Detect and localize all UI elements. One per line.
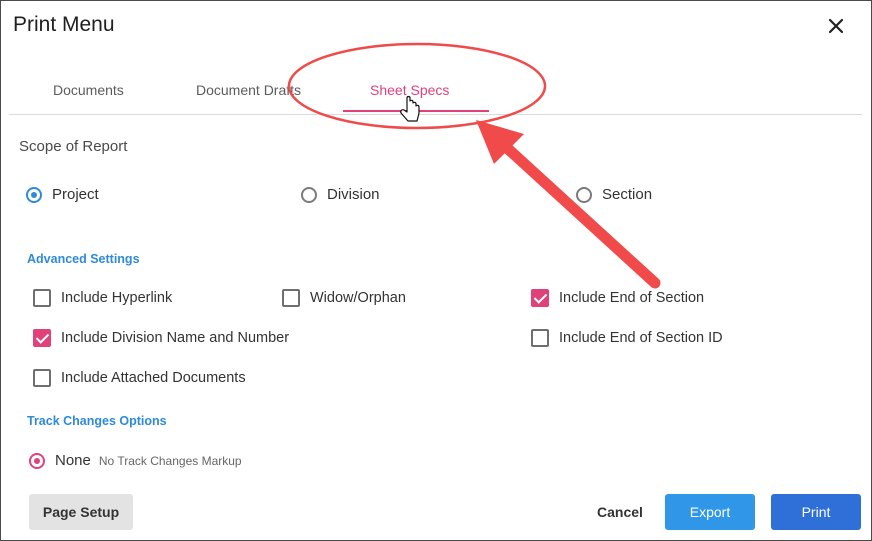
radio-project[interactable]: Project xyxy=(26,186,99,203)
checkbox[interactable] xyxy=(33,329,51,347)
scope-label: Scope of Report xyxy=(19,138,128,155)
radio-division[interactable]: Division xyxy=(301,186,380,203)
radio-label: Section xyxy=(602,186,653,203)
checkbox-label: Widow/Orphan xyxy=(310,290,406,306)
radio-button[interactable] xyxy=(576,186,592,203)
checkbox-label: Include End of Section ID xyxy=(559,330,723,346)
tab-sheet-specs[interactable]: Sheet Specs xyxy=(370,82,449,98)
checkbox[interactable] xyxy=(531,329,549,347)
checkbox-include-hyperlink[interactable]: Include Hyperlink xyxy=(33,289,172,307)
print-button[interactable]: Print xyxy=(771,494,861,530)
radio-button[interactable] xyxy=(301,186,317,203)
tab-document-drafts[interactable]: Document Drafts xyxy=(196,82,301,98)
dialog-title: Print Menu xyxy=(13,13,115,36)
close-icon[interactable] xyxy=(825,15,847,37)
tab-documents[interactable]: Documents xyxy=(53,82,124,98)
radio-section[interactable]: Section xyxy=(576,186,652,203)
checkbox-label: Include Hyperlink xyxy=(61,290,173,306)
checkbox[interactable] xyxy=(33,289,51,307)
radio-sublabel: No Track Changes Markup xyxy=(98,453,242,468)
checkbox[interactable] xyxy=(531,289,549,307)
checkbox-label: Include Division Name and Number xyxy=(61,330,290,346)
print-menu-dialog: Print Menu Documents Document Drafts She… xyxy=(0,0,872,541)
radio-label: None xyxy=(55,452,91,469)
export-button[interactable]: Export xyxy=(665,494,755,530)
checkbox-include-end-of-section-id[interactable]: Include End of Section ID xyxy=(531,329,723,347)
advanced-settings-heading: Advanced Settings xyxy=(27,252,140,266)
checkbox-label: Include End of Section xyxy=(559,290,705,306)
checkbox-include-division-name[interactable]: Include Division Name and Number xyxy=(33,329,289,347)
radio-label: Project xyxy=(52,186,99,203)
page-setup-button[interactable]: Page Setup xyxy=(29,494,133,530)
track-changes-heading: Track Changes Options xyxy=(27,414,167,428)
checkbox-widow-orphan[interactable]: Widow/Orphan xyxy=(282,289,406,307)
radio-button[interactable] xyxy=(29,452,45,469)
active-tab-indicator xyxy=(343,110,489,112)
checkbox-include-end-of-section[interactable]: Include End of Section xyxy=(531,289,704,307)
radio-label: Division xyxy=(327,186,380,203)
checkbox[interactable] xyxy=(33,369,51,387)
radio-track-none[interactable]: None No Track Changes Markup xyxy=(29,452,242,469)
cancel-button[interactable]: Cancel xyxy=(589,494,651,530)
checkbox-label: Include Attached Documents xyxy=(61,370,246,386)
checkbox[interactable] xyxy=(282,289,300,307)
tab-divider xyxy=(9,114,862,115)
radio-button[interactable] xyxy=(26,186,42,203)
checkbox-include-attached-documents[interactable]: Include Attached Documents xyxy=(33,369,246,387)
